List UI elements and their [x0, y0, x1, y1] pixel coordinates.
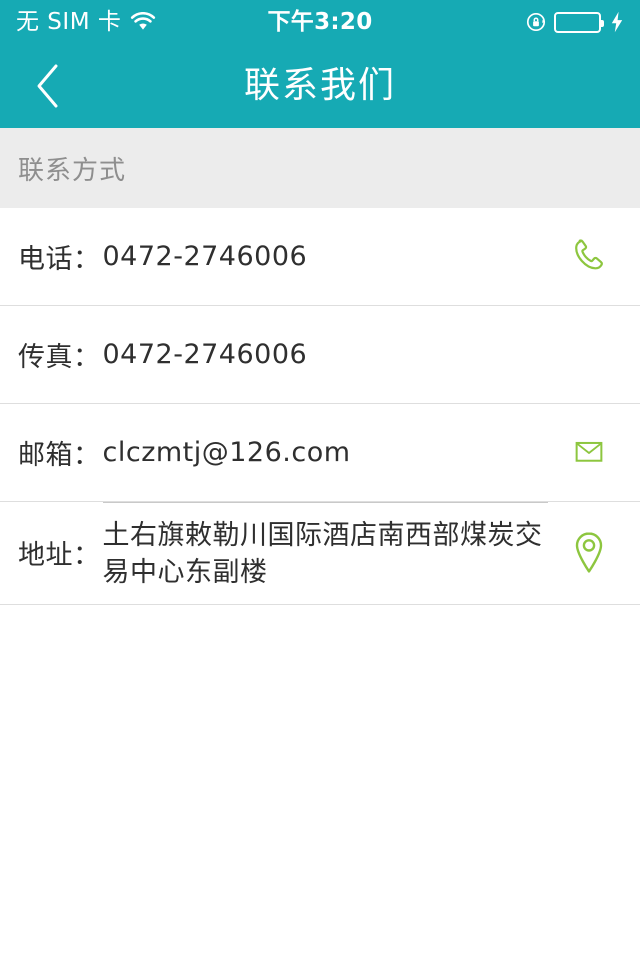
map-pin-icon[interactable] — [556, 502, 622, 604]
row-value-email: clczmtj@126.com — [102, 437, 351, 468]
row-value-fax: 0472-2746006 — [102, 339, 308, 370]
clock-label: 下午3:20 — [267, 8, 373, 35]
row-label-email: 邮箱： — [18, 440, 101, 471]
lightning-bolt-icon — [610, 11, 624, 33]
envelope-icon[interactable] — [556, 436, 622, 470]
contact-us-screen: 无 SIM 卡 下午3:20 联系我们 联系方式 电话： 0472-274600… — [0, 0, 640, 960]
table-row-phone[interactable]: 电话： 0472-2746006 — [0, 208, 640, 306]
battery-icon — [554, 11, 604, 33]
status-bar-right — [525, 11, 624, 33]
section-header-contact-methods: 联系方式 — [0, 128, 640, 208]
row-value-phone: 0472-2746006 — [102, 241, 308, 272]
row-value-address: 土右旗敕勒川国际酒店南西部煤炭交易中心东副楼 — [102, 520, 543, 589]
section-header-label: 联系方式 — [18, 155, 127, 186]
address-text-box: 土右旗敕勒川国际酒店南西部煤炭交易中心东副楼 — [102, 502, 548, 604]
phone-handset-icon[interactable] — [556, 235, 622, 279]
carrier-label: 无 SIM 卡 — [16, 8, 122, 35]
table-row-address[interactable]: 地址： 土右旗敕勒川国际酒店南西部煤炭交易中心东副楼 — [0, 502, 640, 605]
wifi-icon — [130, 11, 156, 32]
table-row-fax[interactable]: 传真： 0472-2746006 — [0, 306, 640, 404]
row-label-phone: 电话： — [18, 244, 101, 275]
table-row-email[interactable]: 邮箱： clczmtj@126.com — [0, 404, 640, 502]
navigation-bar: 联系我们 — [0, 44, 640, 128]
contact-list: 电话： 0472-2746006 传真： 0472-2746006 邮箱： cl… — [0, 208, 640, 605]
row-label-fax: 传真： — [18, 342, 101, 373]
status-bar: 无 SIM 卡 下午3:20 — [0, 0, 640, 44]
status-bar-left: 无 SIM 卡 — [16, 8, 156, 35]
rotation-lock-icon — [525, 11, 547, 33]
row-label-address: 地址： — [18, 540, 101, 572]
page-title: 联系我们 — [243, 65, 396, 106]
